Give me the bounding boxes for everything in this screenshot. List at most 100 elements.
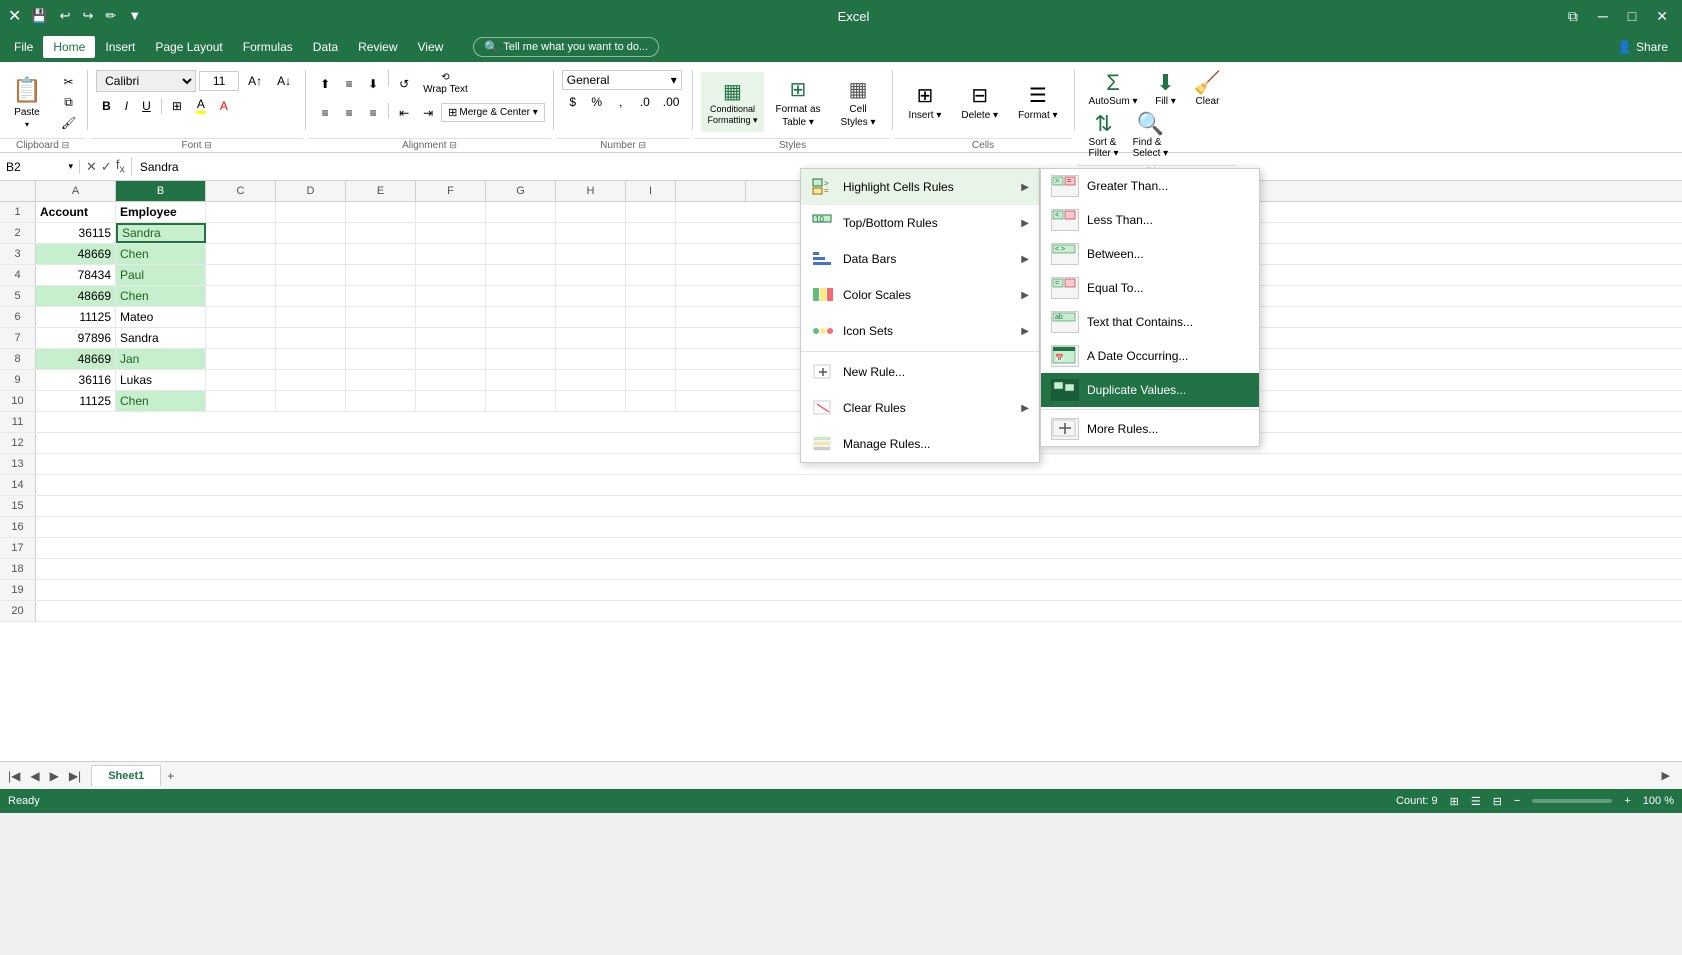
cell-i5[interactable]: [626, 286, 676, 306]
submenu-less-than[interactable]: < Less Than...: [1041, 203, 1259, 237]
row-num-14[interactable]: 14: [0, 475, 36, 495]
cancel-formula-icon[interactable]: ✕: [86, 159, 97, 175]
increase-font-btn[interactable]: A↑: [242, 72, 268, 90]
cell-f2[interactable]: [416, 223, 486, 243]
col-header-d[interactable]: D: [276, 181, 346, 201]
cell-g9[interactable]: [486, 370, 556, 390]
cell-d2[interactable]: [276, 223, 346, 243]
cf-menu-manage-rules[interactable]: Manage Rules...: [801, 426, 1039, 462]
cell-g2[interactable]: [486, 223, 556, 243]
menu-view[interactable]: View: [408, 36, 454, 58]
merge-center-button[interactable]: ⊞ Merge & Center ▾: [441, 103, 545, 122]
col-header-i[interactable]: I: [626, 181, 676, 201]
cell-d10[interactable]: [276, 391, 346, 411]
cell-b5[interactable]: Chen: [116, 286, 206, 306]
cell-a8[interactable]: 48669: [36, 349, 116, 369]
cell-f6[interactable]: [416, 307, 486, 327]
font-color-button[interactable]: A: [214, 97, 234, 115]
cell-a7[interactable]: 97896: [36, 328, 116, 348]
prev-sheet-icon[interactable]: ◀: [26, 767, 43, 785]
submenu-greater-than[interactable]: > = Greater Than...: [1041, 169, 1259, 203]
next-sheet-icon[interactable]: ▶: [46, 767, 63, 785]
cell-c8[interactable]: [206, 349, 276, 369]
cell-f7[interactable]: [416, 328, 486, 348]
fill-color-button[interactable]: A: [190, 95, 212, 116]
cf-menu-icon-sets[interactable]: Icon Sets ▶: [801, 313, 1039, 349]
menu-review[interactable]: Review: [348, 36, 407, 58]
col-header-e[interactable]: E: [346, 181, 416, 201]
menu-home[interactable]: Home: [43, 36, 95, 58]
cell-i9[interactable]: [626, 370, 676, 390]
cell-f4[interactable]: [416, 265, 486, 285]
undo-icon[interactable]: ↩: [56, 6, 75, 26]
cell-f10[interactable]: [416, 391, 486, 411]
delete-button[interactable]: ⊟ Delete ▾: [953, 72, 1006, 132]
col-header-j[interactable]: [676, 181, 746, 201]
cell-i1[interactable]: [626, 202, 676, 222]
cell-e4[interactable]: [346, 265, 416, 285]
row-num-3[interactable]: 3: [0, 244, 36, 264]
save-icon[interactable]: 💾: [27, 6, 51, 26]
dropdown-icon[interactable]: ▼: [124, 6, 145, 26]
cell-g5[interactable]: [486, 286, 556, 306]
cell-b7[interactable]: Sandra: [116, 328, 206, 348]
cell-ref-dropdown-icon[interactable]: ▾: [68, 161, 73, 172]
row-num-17[interactable]: 17: [0, 538, 36, 558]
last-sheet-icon[interactable]: ▶|: [65, 767, 85, 785]
cell-b3[interactable]: Chen: [116, 244, 206, 264]
col-header-a[interactable]: A: [36, 181, 116, 201]
bold-button[interactable]: B: [96, 97, 117, 115]
orientation-button[interactable]: ↺: [393, 70, 415, 98]
row-num-18[interactable]: 18: [0, 559, 36, 579]
cell-h1[interactable]: [556, 202, 626, 222]
insert-button[interactable]: ⊞ Insert ▾: [901, 72, 950, 132]
row-num-15[interactable]: 15: [0, 496, 36, 516]
cell-c5[interactable]: [206, 286, 276, 306]
number-format-select[interactable]: General ▾: [562, 70, 682, 90]
comma-button[interactable]: ,: [610, 93, 632, 111]
col-header-f[interactable]: F: [416, 181, 486, 201]
row-num-5[interactable]: 5: [0, 286, 36, 306]
increase-indent-button[interactable]: ⇥: [417, 103, 439, 122]
cell-d5[interactable]: [276, 286, 346, 306]
cell-b4[interactable]: Paul: [116, 265, 206, 285]
cell-d9[interactable]: [276, 370, 346, 390]
row-num-10[interactable]: 10: [0, 391, 36, 411]
submenu-text-contains[interactable]: ab Text that Contains...: [1041, 305, 1259, 339]
cell-g7[interactable]: [486, 328, 556, 348]
submenu-equal-to[interactable]: = Equal To...: [1041, 271, 1259, 305]
menu-data[interactable]: Data: [303, 36, 348, 58]
row-num-9[interactable]: 9: [0, 370, 36, 390]
menu-insert[interactable]: Insert: [95, 36, 145, 58]
cell-g3[interactable]: [486, 244, 556, 264]
row-num-8[interactable]: 8: [0, 349, 36, 369]
cf-menu-top-bottom[interactable]: 10 Top/Bottom Rules ▶: [801, 205, 1039, 241]
cell-h6[interactable]: [556, 307, 626, 327]
format-as-table-button[interactable]: ⊞ Format as Table ▾: [768, 72, 829, 132]
cell-a5[interactable]: 48669: [36, 286, 116, 306]
align-left-button[interactable]: ≡: [314, 103, 336, 122]
align-center-button[interactable]: ≡: [338, 103, 360, 122]
cf-menu-new-rule[interactable]: New Rule...: [801, 354, 1039, 390]
share-button[interactable]: 👤 Share: [1607, 36, 1678, 58]
cell-g6[interactable]: [486, 307, 556, 327]
cell-b8[interactable]: Jan: [116, 349, 206, 369]
menu-formulas[interactable]: Formulas: [233, 36, 303, 58]
cell-e5[interactable]: [346, 286, 416, 306]
cell-h8[interactable]: [556, 349, 626, 369]
sort-filter-button[interactable]: ⇅ Sort &Filter ▾: [1083, 111, 1125, 161]
menu-file[interactable]: File: [4, 36, 43, 58]
borders-button[interactable]: ⊞: [166, 97, 188, 115]
restore-icon[interactable]: ⧉: [1562, 6, 1584, 27]
col-header-b[interactable]: B: [116, 181, 206, 201]
menu-page-layout[interactable]: Page Layout: [145, 36, 232, 58]
format-painter-icon[interactable]: 🖌: [56, 114, 81, 132]
cell-g4[interactable]: [486, 265, 556, 285]
increase-decimal-button[interactable]: .00: [658, 93, 685, 111]
submenu-between[interactable]: < > Between...: [1041, 237, 1259, 271]
cell-b9[interactable]: Lukas: [116, 370, 206, 390]
cell-a4[interactable]: 78434: [36, 265, 116, 285]
cell-d4[interactable]: [276, 265, 346, 285]
copy-icon[interactable]: ⧉: [56, 93, 81, 112]
tell-me-box[interactable]: 🔍 Tell me what you want to do...: [473, 37, 659, 57]
